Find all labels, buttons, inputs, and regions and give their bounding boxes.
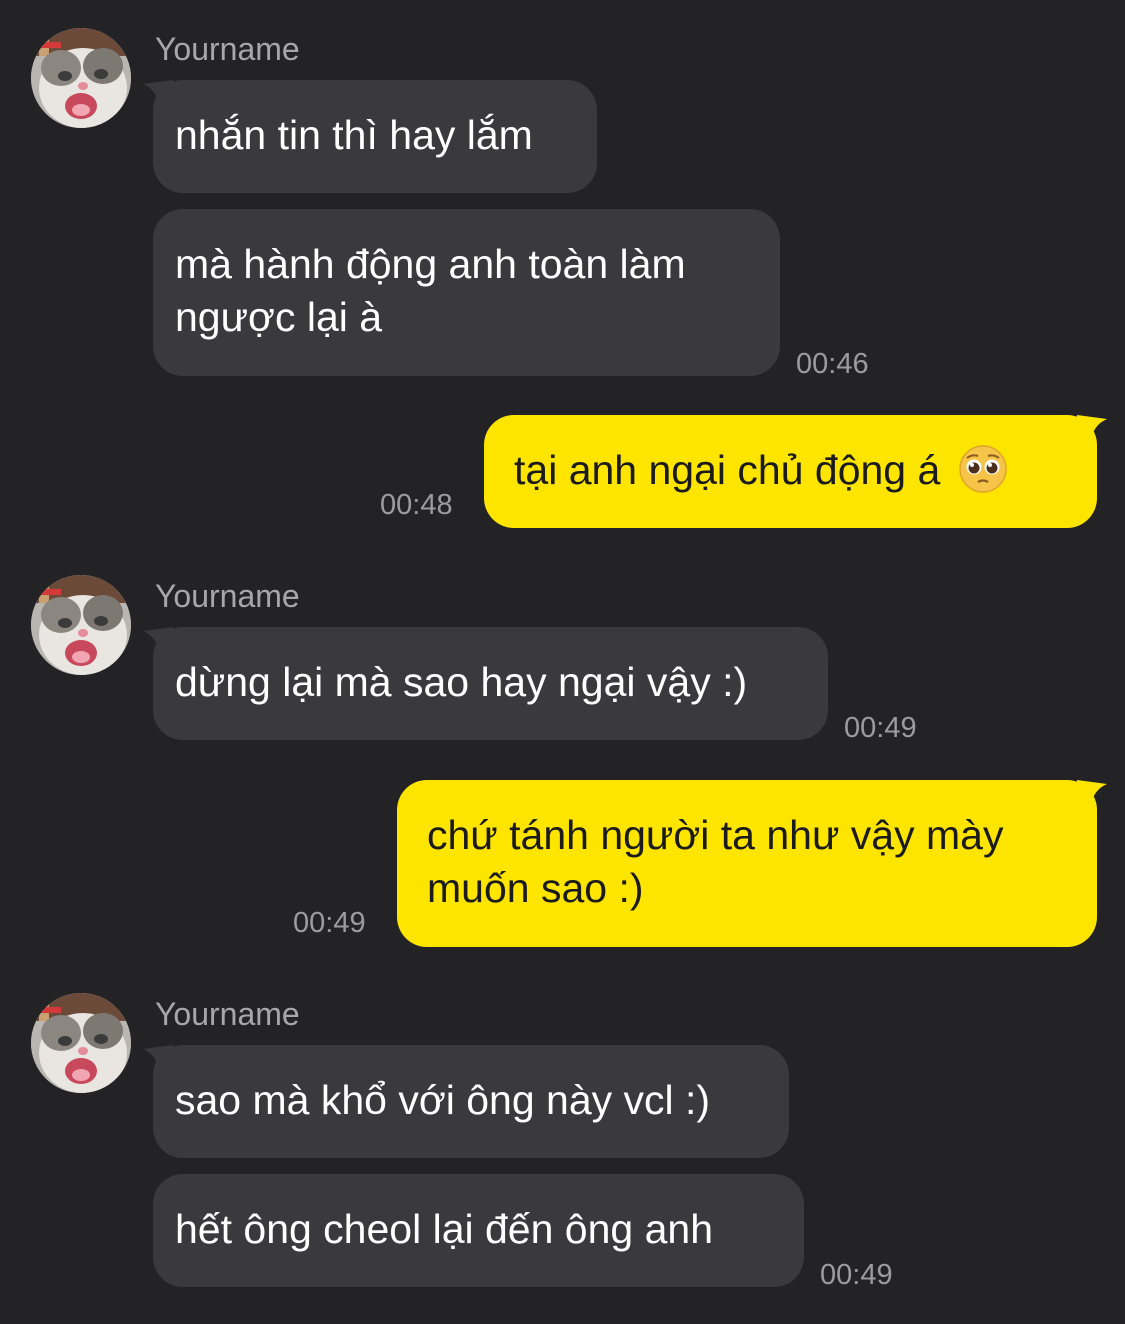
- outgoing-message-bubble[interactable]: tại anh ngại chủ động á: [484, 415, 1107, 528]
- incoming-message-bubble[interactable]: mà hành động anh toàn làm ngược lại à: [153, 209, 780, 376]
- incoming-message-bubble[interactable]: sao mà khổ với ông này vcl :): [143, 1045, 789, 1158]
- incoming-message-bubble[interactable]: nhắn tin thì hay lắm: [143, 80, 597, 193]
- sender-name: Yourname: [155, 996, 300, 1032]
- incoming-message-bubble[interactable]: hết ông cheol lại đến ông anh: [153, 1174, 804, 1287]
- bubble-tail-icon: [1077, 780, 1107, 806]
- message-text: dừng lại mà sao hay ngại vậy :): [175, 659, 748, 705]
- bubble-tail-icon: [143, 1045, 173, 1071]
- bubble-tail-icon: [1077, 415, 1107, 441]
- message-text: nhắn tin thì hay lắm: [175, 112, 533, 158]
- message-text: tại anh ngại chủ động á: [514, 447, 941, 493]
- message-text: hết ông cheol lại đến ông anh: [175, 1206, 714, 1252]
- cat-avatar-icon[interactable]: [31, 28, 131, 128]
- pleading-face-icon: [958, 445, 1007, 493]
- message-timestamp: 00:48: [380, 489, 453, 521]
- cat-avatar-icon[interactable]: [31, 993, 131, 1093]
- message-text: chứ tánh người ta như vậy mày muốn sao :…: [427, 812, 1004, 911]
- message-text: sao mà khổ với ông này vcl :): [175, 1077, 711, 1123]
- message-text: mà hành động anh toàn làm ngược lại à: [175, 241, 686, 340]
- incoming-message-bubble[interactable]: dừng lại mà sao hay ngại vậy :): [143, 627, 828, 740]
- message-timestamp: 00:46: [796, 348, 869, 380]
- outgoing-message-bubble[interactable]: chứ tánh người ta như vậy mày muốn sao :…: [397, 780, 1107, 947]
- message-timestamp: 00:49: [844, 712, 917, 744]
- bubble-tail-icon: [143, 627, 173, 653]
- cat-avatar-icon[interactable]: [31, 575, 131, 675]
- message-timestamp: 00:49: [293, 907, 366, 939]
- sender-name: Yourname: [155, 578, 300, 614]
- sender-name: Yourname: [155, 31, 300, 67]
- chat-thread: Yourname nhắn tin thì hay lắm mà hành độ…: [0, 0, 1125, 1324]
- bubble-tail-icon: [143, 80, 173, 106]
- message-timestamp: 00:49: [820, 1259, 893, 1291]
